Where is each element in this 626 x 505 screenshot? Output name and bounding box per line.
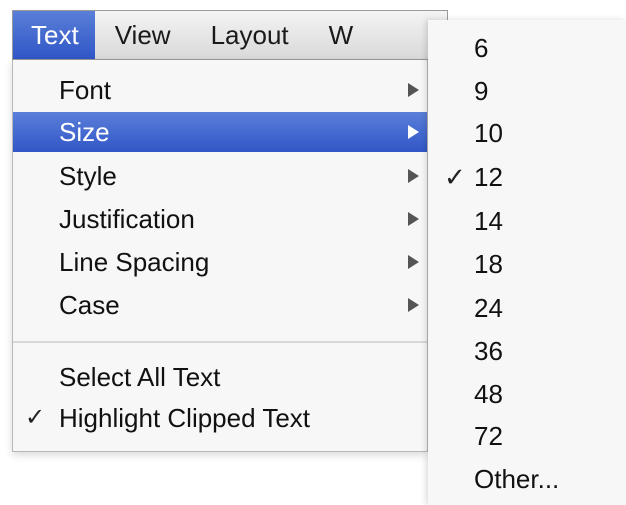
size-option-label: 48 <box>474 379 503 409</box>
menu-item-label: Select All Text <box>59 362 221 392</box>
size-option-label: 36 <box>474 336 503 366</box>
menu-item-label: Case <box>59 290 120 320</box>
submenu-arrow-icon <box>408 83 419 97</box>
menu-item-label: Highlight Clipped Text <box>59 403 310 433</box>
menu-bar: Text View Layout W <box>12 10 448 60</box>
menu-item-justification[interactable]: Justification <box>13 199 427 239</box>
menu-item-label: Font <box>59 75 112 105</box>
size-option-label: 14 <box>474 206 503 236</box>
size-option-label: 9 <box>474 76 489 106</box>
submenu-arrow-icon <box>408 169 419 183</box>
submenu-arrow-icon <box>408 255 419 269</box>
size-option-48[interactable]: 48 <box>428 372 626 416</box>
submenu-arrow-icon <box>408 298 419 312</box>
menu-item-highlight-clipped-text[interactable]: ✓ Highlight Clipped Text <box>13 398 427 438</box>
size-option-9[interactable]: 9 <box>428 69 626 113</box>
size-option-other[interactable]: Other... <box>428 457 626 501</box>
checkmark-icon: ✓ <box>25 404 46 431</box>
menubar-window[interactable]: W <box>309 11 374 59</box>
menu-item-label: Size <box>59 117 110 147</box>
size-option-label: 6 <box>474 33 489 63</box>
menu-item-size[interactable]: Size <box>13 112 427 152</box>
menubar-layout[interactable]: Layout <box>191 11 309 59</box>
size-option-72[interactable]: 72 <box>428 414 626 458</box>
submenu-arrow-icon <box>408 212 419 226</box>
menu-item-label: Justification <box>59 204 195 234</box>
text-menu: Font Size Style Justification Line Spaci… <box>12 60 428 452</box>
size-option-label: 24 <box>474 293 503 323</box>
size-option-12[interactable]: ✓ 12 <box>428 155 626 199</box>
submenu-arrow-icon <box>408 125 419 139</box>
size-option-10[interactable]: 10 <box>428 111 626 155</box>
size-option-label: Other... <box>474 464 560 494</box>
size-option-label: 18 <box>474 249 503 279</box>
size-option-6[interactable]: 6 <box>428 26 626 70</box>
menu-item-font[interactable]: Font <box>13 70 427 110</box>
menu-item-label: Line Spacing <box>59 247 210 277</box>
menu-item-label: Style <box>59 161 117 191</box>
size-submenu: 6 9 10 ✓ 12 14 18 24 36 48 72 Other... <box>428 20 626 505</box>
size-option-18[interactable]: 18 <box>428 242 626 286</box>
menubar-text[interactable]: Text <box>13 11 95 59</box>
size-option-36[interactable]: 36 <box>428 329 626 373</box>
menu-item-line-spacing[interactable]: Line Spacing <box>13 242 427 282</box>
menubar-view[interactable]: View <box>95 11 191 59</box>
size-option-label: 12 <box>474 162 503 192</box>
size-option-24[interactable]: 24 <box>428 286 626 330</box>
size-option-label: 72 <box>474 421 503 451</box>
size-option-label: 10 <box>474 118 503 148</box>
menu-item-select-all-text[interactable]: Select All Text <box>13 357 427 397</box>
checkmark-icon: ✓ <box>444 162 466 192</box>
menu-separator <box>13 341 427 343</box>
menu-item-style[interactable]: Style <box>13 156 427 196</box>
menu-item-case[interactable]: Case <box>13 285 427 325</box>
size-option-14[interactable]: 14 <box>428 199 626 243</box>
